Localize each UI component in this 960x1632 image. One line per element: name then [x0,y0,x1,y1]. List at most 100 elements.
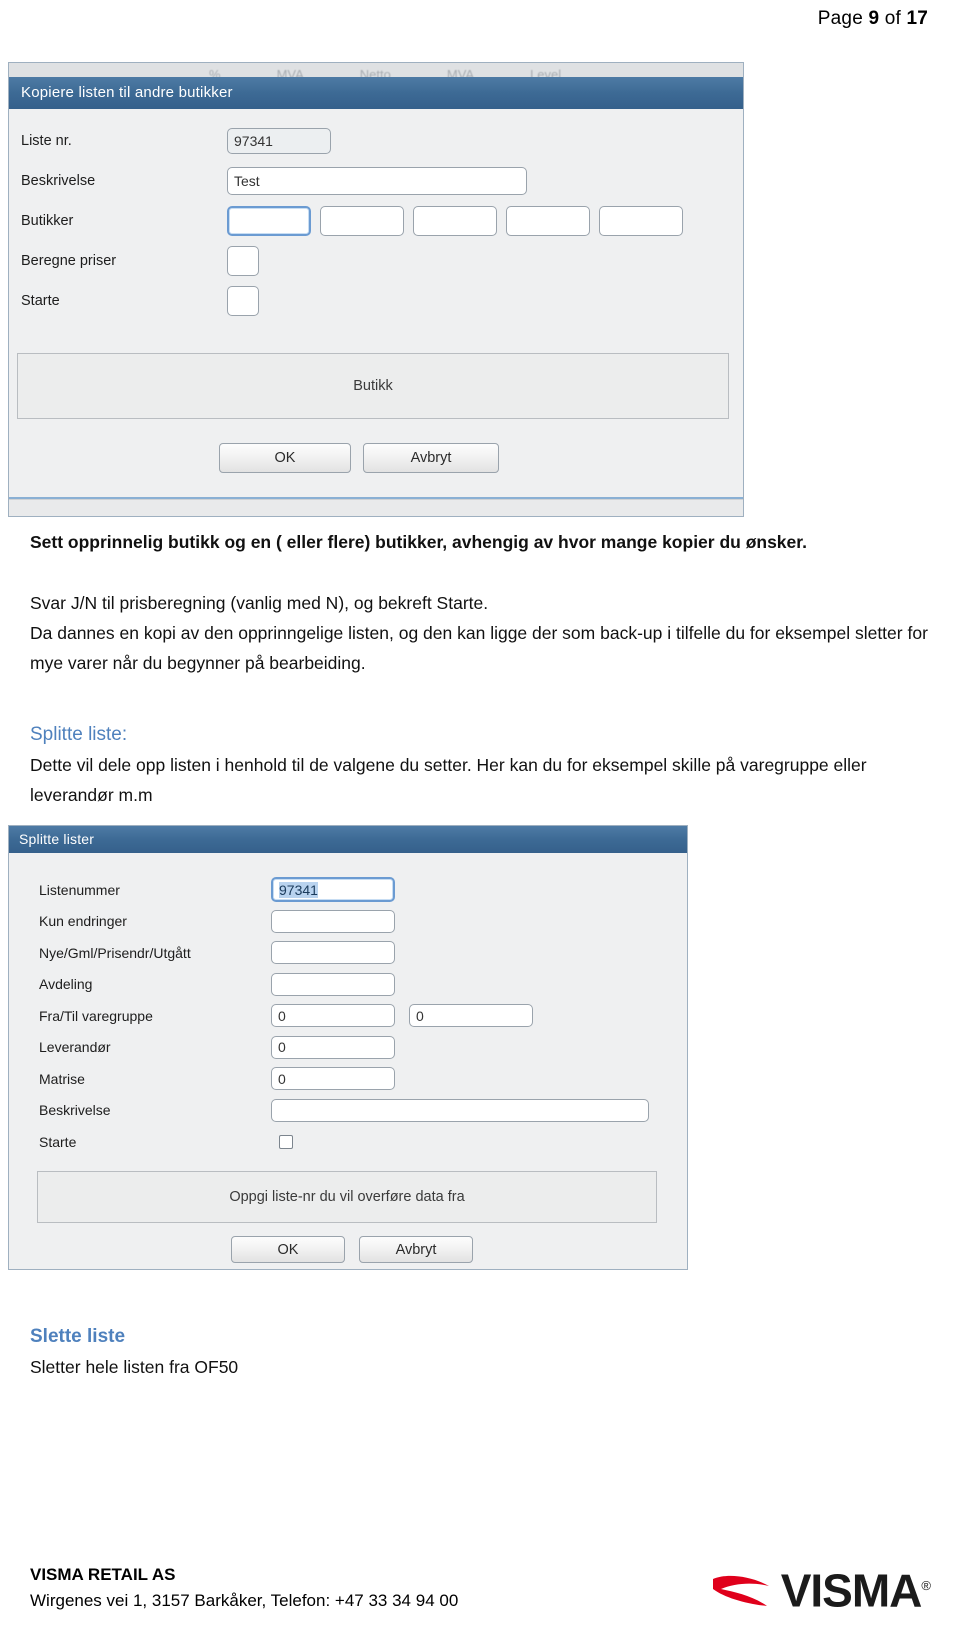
label-leverandor: Leverandør [39,1039,111,1056]
body-paragraph-2: Svar J/N til prisberegning (vanlig med N… [30,588,930,618]
label-starte: Starte [21,293,60,309]
label-row: Starte [21,281,116,321]
visma-wordmark: VISMA® [781,1566,931,1613]
label-row: Matrise [39,1063,191,1095]
body-paragraph-3: Da dannes en kopi av den opprinngelige l… [30,618,930,678]
label-beskrivelse: Beskrivelse [21,173,96,189]
heading-splitte-liste-text: Splitte liste: [30,724,128,745]
dialog-splitte-title: Splitte lister [19,831,95,847]
dialog-kopiere-buttons: OK Avbryt [219,443,499,473]
cancel-button-kopiere[interactable]: Avbryt [363,443,499,473]
page-label-mid: of [879,8,907,29]
matrise-value: 0 [278,1070,286,1087]
dialog-splitte-inputs: 97341 0 0 0 0 [271,874,649,1158]
para4-text: Dette vil dele opp listen i henhold til … [30,755,867,805]
label-row: Leverandør [39,1032,191,1064]
dialog-bottom-strip [9,499,743,516]
label-row: Nye/Gml/Prisendr/Utgått [39,937,191,969]
starte-checkbox[interactable] [279,1134,293,1149]
label-avdeling: Avdeling [39,976,93,993]
label-row: Beregne priser [21,241,116,281]
label-matrise: Matrise [39,1070,85,1087]
body-paragraph-4: Dette vil dele opp listen i henhold til … [30,750,930,810]
document-page: Page 9 of 17 % MVA Netto MVA Level Kopie… [0,0,960,1632]
body-paragraph-1: Sett opprinnelig butikk og en ( eller fl… [30,527,930,557]
page-total: 17 [906,8,928,29]
kun-endringer-input[interactable] [271,909,395,933]
label-row: Fra/Til varegruppe [39,1000,191,1032]
para3-text: Da dannes en kopi av den opprinngelige l… [30,623,928,673]
beskrivelse-value: Test [234,173,260,189]
cancel-button-splitte[interactable]: Avbryt [359,1236,473,1263]
beregne-priser-input[interactable] [227,246,259,276]
visma-swoosh-icon [711,1570,773,1610]
leverandor-input[interactable]: 0 [271,1035,395,1059]
para1-text: Sett opprinnelig butikk og en ( eller fl… [30,532,807,552]
para2-text: Svar J/N til prisberegning (vanlig med N… [30,593,489,613]
matrise-input[interactable]: 0 [271,1067,395,1091]
avdeling-input[interactable] [271,972,395,996]
para5-text: Sletter hele listen fra OF50 [30,1357,239,1377]
label-row: Beskrivelse [39,1095,191,1127]
label-row: Kun endringer [39,906,191,938]
label-nye-gml-prisendr-utgatt: Nye/Gml/Prisendr/Utgått [39,944,191,961]
label-row: Listenummer [39,874,191,906]
label-row: Liste nr. [21,121,116,161]
cancel-button-label-2: Avbryt [395,1241,437,1258]
visma-logo: VISMA® [711,1566,931,1613]
butikker-input-5[interactable] [599,206,683,236]
heading-slette-liste: Slette liste [30,1322,930,1352]
liste-nr-input[interactable]: 97341 [227,128,331,154]
butikker-input-1[interactable] [227,206,311,236]
label-butikker: Butikker [21,213,74,229]
listenummer-value: 97341 [279,881,318,898]
starte-input[interactable] [227,286,259,316]
dialog-kopiere-titlebar: Kopiere listen til andre butikker [9,77,743,109]
til-varegruppe-input[interactable]: 0 [409,1004,533,1028]
label-row: Starte [39,1126,191,1158]
beskrivelse-input[interactable]: Test [227,167,527,195]
butikker-input-3[interactable] [413,206,497,236]
label-fra-til-varegruppe: Fra/Til varegruppe [39,1007,153,1024]
nye-gml-input[interactable] [271,941,395,965]
label-kun-endringer: Kun endringer [39,913,127,930]
visma-wordmark-text: VISMA [780,1564,923,1616]
butikker-input-2[interactable] [320,206,404,236]
splitte-info-text: Oppgi liste-nr du vil overføre data fra [229,1189,465,1205]
label-row: Beskrivelse [21,161,116,201]
fra-varegruppe-input[interactable]: 0 [271,1004,395,1028]
label-beskrivelse-2: Beskrivelse [39,1102,111,1119]
dialog-kopiere-listen: % MVA Netto MVA Level Kopiere listen til… [8,62,744,517]
dialog-kopiere-title: Kopiere listen til andre butikker [21,84,233,101]
heading-slette-liste-text: Slette liste [30,1326,126,1347]
body-paragraph-5: Sletter hele listen fra OF50 [30,1352,930,1382]
ok-button-splitte[interactable]: OK [231,1236,345,1263]
dialog-splitte-titlebar: Splitte lister [9,826,687,853]
dialog-kopiere-inputs: 97341 Test [227,121,683,321]
label-starte-2: Starte [39,1133,77,1150]
cancel-button-label: Avbryt [410,450,452,466]
butikk-panel-label: Butikk [353,378,393,394]
splitte-info-panel: Oppgi liste-nr du vil overføre data fra [37,1171,657,1223]
fra-varegruppe-value: 0 [278,1007,286,1024]
page-label-prefix: Page [817,8,869,29]
label-listenummer: Listenummer [39,881,120,898]
ok-button-label-2: OK [277,1241,299,1258]
page-number-header: Page 9 of 17 [30,0,930,30]
dialog-kopiere-labels: Liste nr. Beskrivelse Butikker Beregne p… [21,121,116,321]
leverandor-value: 0 [278,1039,286,1056]
ok-button-kopiere[interactable]: OK [219,443,351,473]
butikker-input-4[interactable] [506,206,590,236]
dialog-splitte-lister: Splitte lister Listenummer Kun endringer… [8,825,688,1270]
dialog-splitte-labels: Listenummer Kun endringer Nye/Gml/Prisen… [39,874,191,1158]
butikk-info-panel: Butikk [17,353,729,419]
label-beregne-priser: Beregne priser [21,253,117,269]
page-current: 9 [868,8,880,29]
visma-registered-mark: ® [921,1577,931,1593]
page-footer: VISMA RETAIL AS Wirgenes vei 1, 3157 Bar… [30,1562,931,1614]
beskrivelse-input-2[interactable] [271,1098,649,1122]
til-varegruppe-value: 0 [416,1007,424,1024]
listenummer-input[interactable]: 97341 [271,877,395,903]
dialog-splitte-buttons: OK Avbryt [231,1236,473,1263]
liste-nr-value: 97341 [234,133,273,149]
